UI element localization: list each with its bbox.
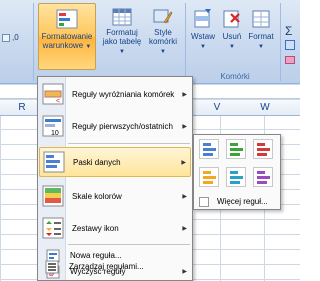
- chevron-down-icon: ▼: [258, 44, 264, 50]
- bar-fill: [257, 148, 270, 151]
- sum-icon[interactable]: Σ: [285, 24, 292, 38]
- format-as-table-button[interactable]: Formatuj jako tabelę ▼: [100, 8, 144, 57]
- menu-separator: [68, 143, 190, 144]
- format-label: Format ▼: [248, 32, 274, 50]
- bar-fill: [257, 171, 265, 174]
- svg-text:10: 10: [51, 130, 59, 137]
- chevron-right-icon: ▶: [182, 123, 187, 130]
- data-bar-lightblue-option[interactable]: [226, 167, 246, 187]
- menu-separator: [68, 244, 190, 245]
- format-cells-icon: [251, 8, 271, 30]
- percent-icon[interactable]: ,0: [12, 34, 22, 42]
- menu-item-label: Zestawy ikon: [72, 223, 119, 233]
- menu-item-top-bottom-rules[interactable]: 10 Reguły pierwszych/ostatnich ▶: [39, 111, 191, 141]
- menu-item-label: Paski danych: [73, 157, 121, 167]
- chevron-right-icon: ▶: [182, 225, 187, 232]
- bar-fill: [257, 181, 267, 184]
- more-rules-icon: [199, 197, 209, 207]
- column-header[interactable]: W: [245, 102, 285, 113]
- icon-sets-icon: [42, 217, 64, 239]
- svg-text:<: <: [56, 98, 60, 105]
- bar-fill: [203, 148, 216, 151]
- bar-fill: [257, 143, 265, 146]
- chevron-down-icon: ▼: [229, 44, 235, 50]
- chevron-down-icon: ▼: [119, 49, 125, 55]
- highlight-rules-icon: <: [42, 83, 64, 105]
- insert-button[interactable]: Wstaw ▼: [188, 8, 218, 52]
- insert-cells-icon: [193, 8, 213, 30]
- chevron-right-icon: ▶: [182, 91, 187, 98]
- clear-icon[interactable]: [285, 56, 295, 64]
- chevron-right-icon: ▶: [182, 193, 187, 200]
- bar-fill: [203, 181, 213, 184]
- clipboard-partial: ,0: [0, 28, 30, 68]
- chevron-down-icon: ▼: [200, 44, 206, 50]
- bar-fill: [230, 148, 243, 151]
- bar-fill: [203, 153, 213, 156]
- bar-fill: [230, 143, 238, 146]
- bar-fill: [257, 176, 270, 179]
- menu-item-label: Skale kolorów: [72, 191, 122, 201]
- menu-item-color-scales[interactable]: Skale kolorów ▶: [39, 181, 191, 211]
- cell-styles-label: Style komórki ▼: [148, 28, 177, 55]
- menu-item-label: Zarządzaj regułami...: [69, 262, 144, 271]
- fill-icon[interactable]: [285, 40, 295, 50]
- delete-button[interactable]: Usuń ▼: [218, 8, 246, 52]
- more-rules-link[interactable]: Więcej reguł...: [217, 197, 268, 206]
- ribbon: ,0 Formatowanie warunkowe ▼ Formatuj jak…: [0, 0, 300, 84]
- format-button[interactable]: Format ▼: [246, 8, 276, 52]
- insert-label: Wstaw ▼: [191, 32, 215, 50]
- cell-styles-icon: [153, 8, 173, 26]
- cell-styles-button[interactable]: Style komórki ▼: [146, 8, 180, 57]
- data-bar-red-option[interactable]: [253, 139, 273, 159]
- cells-group-label: Komórki: [220, 72, 250, 81]
- column-header[interactable]: R: [2, 102, 42, 113]
- bar-fill: [230, 171, 238, 174]
- color-scales-icon: [42, 185, 64, 207]
- delete-label: Usuń ▼: [222, 32, 242, 50]
- ribbon-divider: [280, 3, 281, 81]
- bar-fill: [203, 171, 211, 174]
- conditional-formatting-button[interactable]: Formatowanie warunkowe ▼: [38, 3, 96, 70]
- data-bar-green-option[interactable]: [226, 139, 246, 159]
- conditional-formatting-label: Formatowanie warunkowe ▼: [41, 32, 93, 50]
- bar-fill: [230, 176, 243, 179]
- conditional-formatting-icon: [56, 8, 78, 30]
- data-bar-purple-option[interactable]: [253, 167, 273, 187]
- delete-cells-icon: [222, 8, 242, 30]
- bar-fill: [230, 153, 240, 156]
- menu-item-label: Reguły wyróżniania komórek: [72, 89, 175, 99]
- chevron-right-icon: ▶: [181, 159, 186, 166]
- manage-rules-icon: [45, 260, 59, 274]
- data-bars-icon: [43, 151, 65, 173]
- data-bars-submenu: Więcej reguł...: [193, 134, 281, 210]
- chevron-down-icon: ▼: [85, 44, 92, 50]
- conditional-formatting-menu: < Reguły wyróżniania komórek ▶ 10 Reguły…: [37, 76, 193, 281]
- menu-item-data-bars[interactable]: Paski danych ▶: [39, 147, 191, 177]
- align-icon[interactable]: [2, 34, 10, 42]
- data-bar-blue-option[interactable]: [199, 139, 219, 159]
- bar-fill: [203, 176, 216, 179]
- format-as-table-label: Formatuj jako tabelę ▼: [102, 28, 142, 55]
- menu-item-manage-rules[interactable]: Zarządzaj regułami...: [38, 258, 190, 275]
- ribbon-divider: [33, 3, 34, 81]
- table-icon: [112, 8, 132, 26]
- column-header[interactable]: V: [197, 102, 237, 113]
- menu-item-icon-sets[interactable]: Zestawy ikon ▶: [39, 213, 191, 243]
- top-bottom-rules-icon: 10: [42, 115, 64, 137]
- bar-fill: [203, 143, 211, 146]
- menu-item-label: Reguły pierwszych/ostatnich: [72, 121, 173, 131]
- menu-item-highlight-rules[interactable]: < Reguły wyróżniania komórek ▶: [39, 79, 191, 109]
- bar-fill: [230, 181, 240, 184]
- data-bar-orange-option[interactable]: [199, 167, 219, 187]
- bar-fill: [257, 153, 267, 156]
- ribbon-divider: [185, 3, 186, 81]
- chevron-down-icon: ▼: [160, 49, 166, 55]
